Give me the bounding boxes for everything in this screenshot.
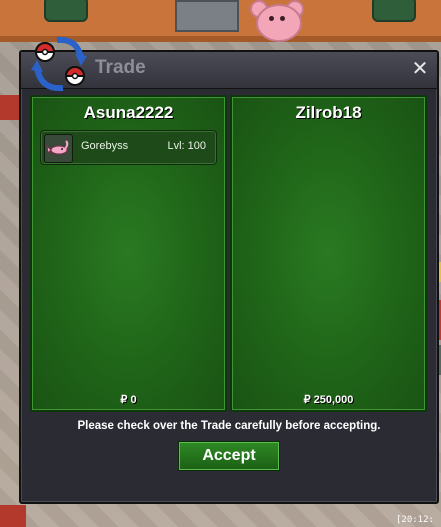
- trader-name-left: Asuna2222: [83, 103, 174, 122]
- chat-timestamp: [20:12:: [396, 515, 434, 525]
- decor-left-bottom: [0, 505, 26, 527]
- close-icon[interactable]: ✕: [409, 57, 431, 79]
- counter: [175, 0, 239, 32]
- window-title: Trade: [95, 57, 146, 78]
- money-offer-left: ₽ 0: [120, 394, 137, 406]
- trade-pokeball-arrows-icon: [31, 36, 87, 92]
- money-offer-right: ₽ 250,000: [303, 394, 354, 406]
- their-offer-panel: Zilrob18 ₽ 250,000: [230, 95, 427, 412]
- plant-right: [372, 0, 416, 22]
- npc-blissey: [250, 0, 304, 42]
- trade-window: Trade ✕ Asuna2222 Gorebyss Lvl: 100 ₽ 0 …: [19, 36, 439, 504]
- trade-notice: Please check over the Trade carefully be…: [77, 420, 381, 432]
- trade-item[interactable]: Gorebyss Lvl: 100: [40, 130, 217, 165]
- gorebyss-sprite-icon: [44, 134, 73, 163]
- accept-button[interactable]: Accept: [178, 441, 280, 471]
- plant-left: [44, 0, 88, 22]
- item-name: Gorebyss: [81, 140, 129, 152]
- trader-name-right: Zilrob18: [295, 103, 362, 122]
- item-level: Lvl: 100: [167, 140, 206, 152]
- my-offer-panel: Asuna2222 Gorebyss Lvl: 100 ₽ 0: [30, 95, 227, 412]
